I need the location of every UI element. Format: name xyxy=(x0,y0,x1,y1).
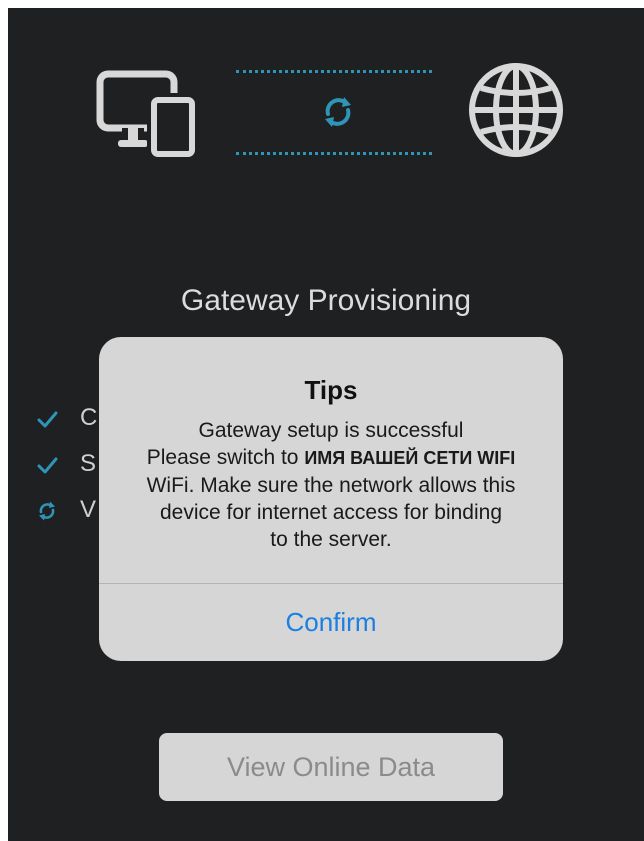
connection-line xyxy=(236,70,432,156)
check-icon xyxy=(37,457,58,474)
tips-dialog: Tips Gateway setup is successful Please … xyxy=(99,337,563,661)
globe-icon xyxy=(469,63,563,157)
connection-dots-top xyxy=(236,70,432,73)
devices-icon xyxy=(96,70,199,159)
dialog-line: Gateway setup is successful xyxy=(198,419,464,442)
step-label: V xyxy=(80,496,97,523)
connection-graphic xyxy=(8,8,644,208)
sync-icon xyxy=(39,501,55,521)
connection-dots-bottom xyxy=(236,152,432,155)
check-icon xyxy=(37,411,58,428)
dialog-message: Gateway setup is successful Please switc… xyxy=(111,417,551,553)
dialog-line: Please switch to ИМЯ ВАШЕЙ СЕТИ WIFI xyxy=(111,444,551,472)
wifi-ssid: ИМЯ ВАШЕЙ СЕТИ WIFI xyxy=(304,448,516,468)
sync-icon xyxy=(325,97,351,127)
provisioning-screen: Gateway Provisioning C S V Tips Gateway … xyxy=(8,8,644,841)
dialog-line: WiFi. Make sure the network allows this xyxy=(146,474,516,497)
dialog-line: to the server. xyxy=(270,528,392,551)
step-label: C xyxy=(80,404,98,431)
confirm-button[interactable]: Confirm xyxy=(99,584,563,661)
view-online-data-button[interactable]: View Online Data xyxy=(159,733,503,801)
dialog-title: Tips xyxy=(304,375,358,405)
dialog-line-prefix: Please switch to xyxy=(146,446,305,469)
step-label: S xyxy=(80,450,97,477)
page-title: Gateway Provisioning xyxy=(180,284,472,317)
dialog-line: device for internet access for binding xyxy=(159,501,503,524)
